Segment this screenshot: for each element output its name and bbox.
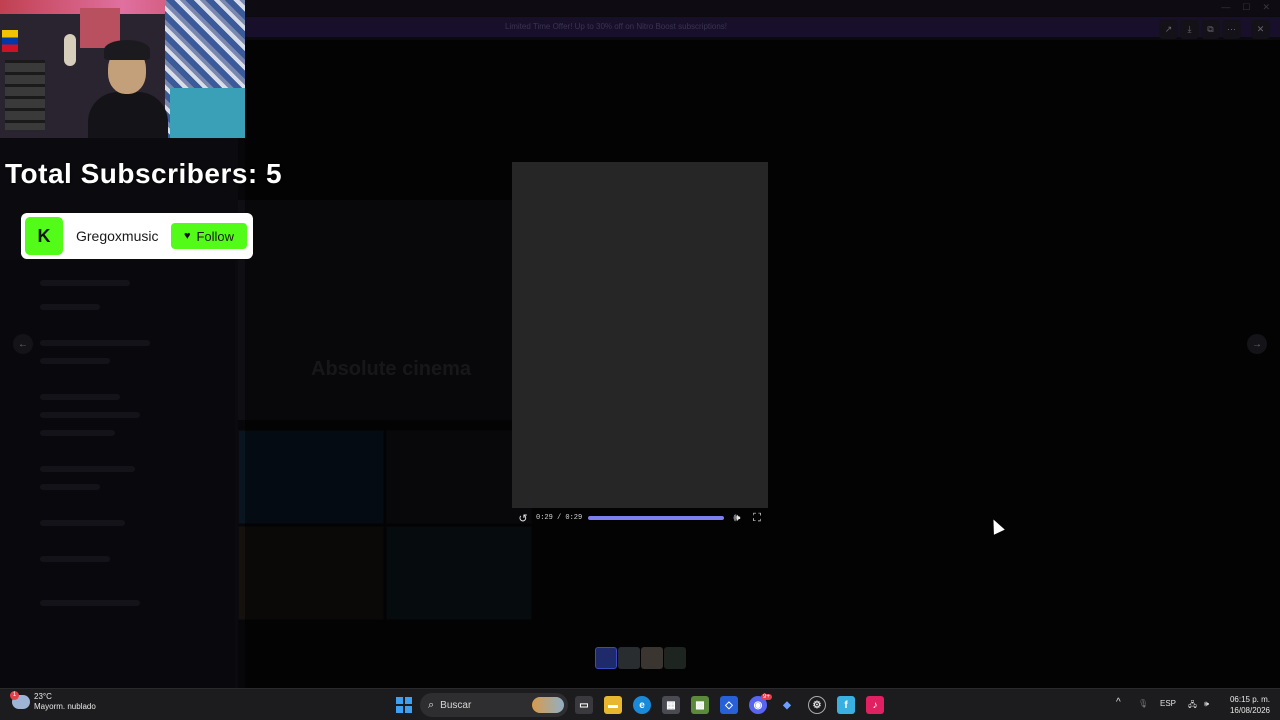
tiktok-icon[interactable]: ♪: [866, 696, 884, 714]
facebook-gaming-icon[interactable]: f: [837, 696, 855, 714]
media-viewer-toolbar: ↗ ⤓ ⧉ ⋯ ✕: [1159, 20, 1270, 40]
video-time: 0:29 / 0:29: [536, 514, 583, 522]
forward-icon[interactable]: ↗: [1159, 20, 1178, 39]
fullscreen-icon[interactable]: ⛶: [750, 511, 764, 525]
strip-thumbnail[interactable]: [641, 647, 663, 669]
video-controls: ↺ 0:29 / 0:29 🕪 ⛶: [512, 508, 768, 528]
window-caption-buttons: — ☐ ✕: [1221, 2, 1270, 13]
volume-icon[interactable]: 🕪: [730, 511, 744, 525]
clock-time: 06:15 p. m.: [1229, 695, 1270, 704]
search-icon: ⌕: [428, 698, 435, 711]
search-label: Buscar: [440, 699, 472, 711]
weather-desc: Mayorm. nublado: [34, 702, 96, 711]
windows-start-icon[interactable]: [396, 697, 412, 713]
speaker-icon[interactable]: 🕪: [1204, 699, 1209, 709]
screen: Limited Time Offer! Up to 30% off on Nit…: [0, 0, 1280, 720]
more-icon[interactable]: ⋯: [1222, 20, 1241, 39]
search-highlight-image: [532, 697, 564, 713]
network-icon[interactable]: 🖧: [1188, 699, 1197, 713]
background-promo-banner: Limited Time Offer! Up to 30% off on Nit…: [245, 17, 1280, 37]
banner-text: Limited Time Offer! Up to 30% off on Nit…: [505, 22, 728, 31]
follow-label: Follow: [196, 228, 235, 244]
discord-badge: 9+: [761, 694, 772, 700]
open-external-icon[interactable]: ⧉: [1201, 20, 1220, 39]
weather-badge: 1: [10, 691, 19, 700]
video-progress-bar[interactable]: [588, 516, 724, 520]
download-icon[interactable]: ⤓: [1180, 20, 1199, 39]
subscribers-counter: Total Subscribers: 5: [5, 158, 283, 189]
file-explorer-icon[interactable]: ▬: [604, 696, 622, 714]
clock-date: 16/08/2026: [1229, 706, 1270, 715]
taskbar: 1 23°C Mayorm. nublado ⌕ Buscar ▭ ▬ e ▦ …: [0, 688, 1280, 720]
kick-channel-name: Gregoxmusic: [76, 228, 159, 244]
close-icon[interactable]: ✕: [1251, 20, 1270, 39]
steam-icon[interactable]: ⚙: [808, 696, 826, 714]
replay-icon[interactable]: ↺: [516, 511, 530, 525]
window-close-icon[interactable]: ✕: [1262, 2, 1270, 13]
taskbar-search[interactable]: ⌕ Buscar: [420, 693, 568, 717]
edge-icon[interactable]: e: [633, 696, 651, 714]
vpn-icon[interactable]: ◆: [778, 696, 796, 714]
kick-logo: K: [25, 217, 63, 255]
video-progress-fill: [588, 516, 724, 520]
app-icon[interactable]: ◇: [720, 696, 738, 714]
kick-follow-card: K Gregoxmusic ♥ Follow: [21, 213, 253, 259]
minecraft-icon[interactable]: ▩: [691, 696, 709, 714]
webcam-feed: [0, 0, 245, 138]
heart-icon: ♥: [183, 230, 191, 242]
weather-widget[interactable]: 1 23°C Mayorm. nublado: [10, 691, 96, 712]
maximize-icon[interactable]: ☐: [1242, 2, 1250, 13]
system-clock[interactable]: 06:15 p. m. 16/08/2026: [1230, 694, 1270, 716]
weather-temp: 23°C: [34, 692, 52, 701]
arrow-left-icon[interactable]: ←: [13, 334, 33, 354]
strip-thumbnail[interactable]: [618, 647, 640, 669]
store-icon[interactable]: ▦: [662, 696, 680, 714]
language-indicator[interactable]: ESP: [1160, 699, 1176, 708]
cloud-icon: 1: [10, 691, 30, 709]
video-player[interactable]: [512, 162, 768, 508]
chevron-up-icon[interactable]: ^: [1116, 697, 1121, 708]
strip-thumbnail[interactable]: [595, 647, 617, 669]
task-view-icon[interactable]: ▭: [575, 696, 593, 714]
strip-thumbnail[interactable]: [664, 647, 686, 669]
minimize-icon[interactable]: —: [1221, 2, 1230, 13]
follow-button: ♥ Follow: [171, 223, 247, 249]
arrow-right-icon[interactable]: →: [1247, 334, 1267, 354]
background-channel-list: [0, 260, 235, 688]
media-thumbnail-strip: [595, 647, 686, 669]
microphone-icon[interactable]: 🎙: [1138, 699, 1148, 708]
